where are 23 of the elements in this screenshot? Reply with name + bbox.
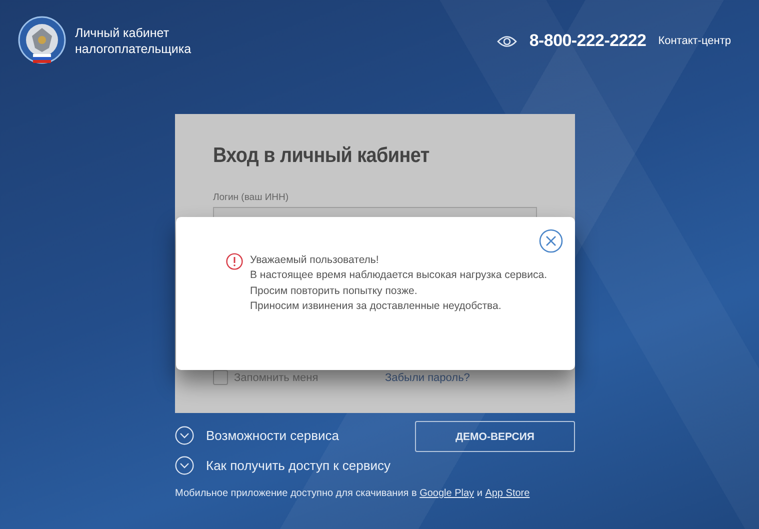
- google-play-link[interactable]: Google Play: [420, 488, 474, 499]
- phone-number: 8-800-222-2222: [529, 31, 646, 51]
- app-title: налогоплательщика: [75, 41, 192, 57]
- app-title: Личный кабинет: [75, 25, 170, 41]
- login-input-field[interactable]: [213, 207, 537, 217]
- mobile-app-note: Мобильное приложение доступно для скачивания в Google Play и App Store: [175, 488, 531, 499]
- login-title: Вход в личный кабинет: [213, 144, 430, 168]
- expander-link[interactable]: Возможности сервиса: [175, 426, 391, 445]
- demo-button[interactable]: ДЕМО-ВЕРСИЯ: [415, 421, 575, 452]
- login-label: Логин (ваш ИНН): [213, 192, 290, 203]
- emblem-logo: [18, 16, 66, 66]
- message-line: Уважаемый пользователь!: [250, 253, 380, 268]
- close-icon[interactable]: [539, 229, 563, 253]
- remember-label: Запомнить меня: [234, 372, 320, 384]
- expander-link[interactable]: Как получить доступ к сервису: [175, 456, 391, 475]
- remember-checkbox[interactable]: [213, 370, 228, 385]
- message-line: В настоящее время наблюдается высокая нагрузка сервиса.: [250, 268, 547, 284]
- message-line: Приносим извинения за доставленные неудобства.: [250, 298, 502, 314]
- app-store-link[interactable]: App Store: [485, 488, 530, 499]
- warning-icon: [226, 253, 243, 270]
- contact-center-link[interactable]: Контакт-центр: [658, 35, 731, 47]
- eye-icon[interactable]: [497, 34, 518, 48]
- message-line: Просим повторить попытку позже.: [250, 284, 418, 299]
